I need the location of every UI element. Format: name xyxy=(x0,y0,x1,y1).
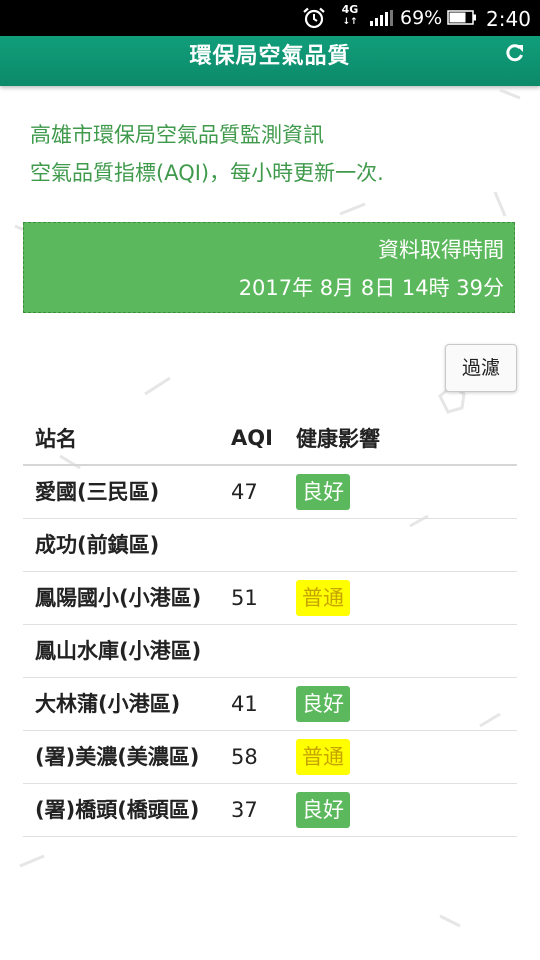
intro-text: 高雄市環保局空氣品質監測資訊 空氣品質指標(AQI)，每小時更新一次. xyxy=(30,116,384,192)
health-badge: 普通 xyxy=(296,739,350,775)
intro-line-2: 空氣品質指標(AQI)，每小時更新一次. xyxy=(30,161,384,185)
table-row[interactable]: 鳳陽國小(小港區) 51 普通 xyxy=(23,571,517,625)
signal-icon xyxy=(370,10,393,26)
table-row[interactable]: (署)美濃(美濃區) 58 普通 xyxy=(23,730,517,784)
health-badge: 良好 xyxy=(296,792,350,828)
table-header-row: 站名 AQI 健康影響 xyxy=(23,412,517,466)
filter-button[interactable]: 過濾 xyxy=(445,344,517,392)
battery-percent: 69% xyxy=(400,7,443,29)
station-name: 愛國(三民區) xyxy=(23,465,219,519)
mobile-data-icon: 4G ↓↑ xyxy=(341,3,359,27)
aqi-value xyxy=(219,518,284,572)
aqi-value: 58 xyxy=(219,730,284,784)
fetch-time-panel: 資料取得時間 2017年 8月 8日 14時 39分 xyxy=(23,222,515,313)
station-name: (署)橋頭(橋頭區) xyxy=(23,783,219,837)
station-name: 鳳陽國小(小港區) xyxy=(23,571,219,625)
health-cell: 良好 xyxy=(284,783,517,837)
health-cell: 良好 xyxy=(284,465,517,519)
aqi-value: 47 xyxy=(219,465,284,519)
clock: 2:40 xyxy=(486,7,531,31)
fetch-time-value: 2017年 8月 8日 14時 39分 xyxy=(238,276,504,300)
station-name: 鳳山水庫(小港區) xyxy=(23,624,219,678)
app-bar: 環保局空氣品質 xyxy=(0,36,540,86)
health-badge: 普通 xyxy=(296,580,350,616)
aqi-value: 37 xyxy=(219,783,284,837)
health-cell: 普通 xyxy=(284,571,517,625)
app-title: 環保局空氣品質 xyxy=(189,44,351,69)
table-row[interactable]: (署)橋頭(橋頭區) 37 良好 xyxy=(23,783,517,837)
header-health: 健康影響 xyxy=(284,412,517,466)
aqi-value: 51 xyxy=(219,571,284,625)
aqi-value xyxy=(219,624,284,678)
status-bar: 4G ↓↑ 69% 2:40 xyxy=(0,0,540,36)
health-badge: 良好 xyxy=(296,474,350,510)
station-name: (署)美濃(美濃區) xyxy=(23,730,219,784)
health-cell xyxy=(284,624,517,678)
health-cell: 普通 xyxy=(284,730,517,784)
health-badge: 良好 xyxy=(296,686,350,722)
alarm-clock-icon xyxy=(303,7,325,29)
table-row[interactable]: 鳳山水庫(小港區) xyxy=(23,624,517,678)
fetch-time-label: 資料取得時間 xyxy=(378,238,504,262)
health-cell xyxy=(284,518,517,572)
header-station: 站名 xyxy=(23,412,219,466)
header-aqi: AQI xyxy=(219,412,284,466)
aqi-table: 站名 AQI 健康影響 愛國(三民區) 47 良好 成功(前鎮區) 鳳陽國小(小港區) 5… xyxy=(23,412,517,837)
health-cell: 良好 xyxy=(284,677,517,731)
table-row[interactable]: 愛國(三民區) 47 良好 xyxy=(23,465,517,519)
intro-line-1: 高雄市環保局空氣品質監測資訊 xyxy=(30,123,324,147)
station-name: 成功(前鎮區) xyxy=(23,518,219,572)
refresh-icon[interactable] xyxy=(504,42,526,64)
table-row[interactable]: 成功(前鎮區) xyxy=(23,518,517,572)
table-row[interactable]: 大林蒲(小港區) 41 良好 xyxy=(23,677,517,731)
battery-icon xyxy=(447,10,476,25)
station-name: 大林蒲(小港區) xyxy=(23,677,219,731)
aqi-value: 41 xyxy=(219,677,284,731)
